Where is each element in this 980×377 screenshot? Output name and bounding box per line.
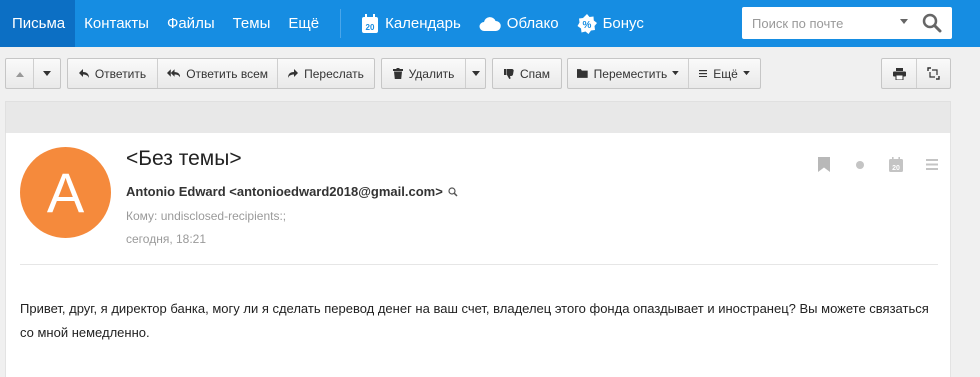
message-sender[interactable]: Antonio Edward <antonioedward2018@gmail.… xyxy=(126,184,458,199)
reply-all-icon xyxy=(167,69,181,78)
nav-service-cloud[interactable]: Облако xyxy=(471,0,569,47)
bonus-icon: % xyxy=(577,13,597,34)
bookmark-button[interactable] xyxy=(806,157,842,172)
chevron-down-icon xyxy=(471,70,480,76)
next-message-button[interactable] xyxy=(34,59,60,88)
svg-text:20: 20 xyxy=(366,23,375,32)
spam-button[interactable]: Спам xyxy=(493,59,561,88)
delete-dropdown-button[interactable] xyxy=(466,59,485,88)
dot-icon xyxy=(856,161,864,169)
nav-item-more[interactable]: Ещё xyxy=(279,0,328,47)
menu-icon xyxy=(699,70,708,77)
nav-service-bonus[interactable]: % Бонус xyxy=(569,0,654,47)
message-date: сегодня, 18:21 xyxy=(126,232,207,246)
menu-icon xyxy=(926,159,938,170)
message-body: Привет, друг, я директор банка, могу ли … xyxy=(20,301,929,340)
calendar-icon: 20 xyxy=(889,157,903,172)
chevron-down-icon[interactable] xyxy=(900,19,908,25)
move-label: Переместить xyxy=(593,66,668,81)
navigation-group xyxy=(5,58,61,89)
reply-group: Ответить Ответить всем Переслать xyxy=(67,58,375,89)
chevron-down-icon xyxy=(742,71,750,76)
reply-button[interactable]: Ответить xyxy=(68,59,158,88)
nav-item-mail[interactable]: Письма xyxy=(0,0,76,47)
cloud-icon xyxy=(479,16,501,31)
forward-button[interactable]: Переслать xyxy=(278,59,374,88)
delete-label: Удалить xyxy=(408,66,455,81)
folder-icon xyxy=(577,69,588,78)
nav-separator xyxy=(340,9,342,38)
delete-group: Удалить xyxy=(381,58,486,89)
nav-service-label: Календарь xyxy=(385,15,461,32)
nav-service-label: Бонус xyxy=(602,15,644,32)
reply-label: Ответить xyxy=(94,66,147,81)
message-header-strip xyxy=(5,101,951,133)
search-input[interactable] xyxy=(752,15,902,31)
move-button[interactable]: Переместить xyxy=(568,59,689,88)
thumbs-down-icon xyxy=(503,68,514,79)
add-to-calendar-button[interactable]: 20 xyxy=(878,157,914,172)
reply-icon xyxy=(78,69,89,78)
expand-thread-button[interactable] xyxy=(917,59,950,88)
chevron-down-icon xyxy=(43,70,51,76)
extra-actions-group xyxy=(881,58,951,89)
trash-icon xyxy=(392,68,403,79)
nav-service-label: Облако xyxy=(506,15,559,32)
forward-label: Переслать xyxy=(304,66,364,81)
previous-message-button[interactable] xyxy=(6,59,34,88)
reply-all-label: Ответить всем xyxy=(186,66,268,81)
nav-item-themes[interactable]: Темы xyxy=(224,0,280,47)
nav-item-files[interactable]: Файлы xyxy=(158,0,224,47)
expand-icon xyxy=(927,67,940,80)
delete-button[interactable]: Удалить xyxy=(382,59,466,88)
search-icon[interactable] xyxy=(448,186,458,197)
forward-icon xyxy=(288,69,299,78)
message-menu-button[interactable] xyxy=(914,157,950,172)
header-divider xyxy=(20,264,938,265)
print-icon xyxy=(892,67,906,80)
print-button[interactable] xyxy=(882,59,917,88)
message-subject: <Без темы> xyxy=(126,147,242,170)
calendar-icon: 20 xyxy=(362,13,379,33)
mark-read-button[interactable] xyxy=(842,157,878,172)
message-toolbar: Ответить Ответить всем Переслать Удалить… xyxy=(0,47,980,100)
more-label: Ещё xyxy=(713,66,738,81)
search-box xyxy=(742,7,952,39)
reply-all-button[interactable]: Ответить всем xyxy=(158,59,278,88)
top-navigation: Письма Контакты Файлы Темы Ещё 20 Календ… xyxy=(0,0,980,47)
message-recipients: Кому: undisclosed-recipients:; xyxy=(126,209,287,223)
nav-service-calendar[interactable]: 20 Календарь xyxy=(353,0,471,47)
more-actions-button[interactable]: Ещё xyxy=(689,59,760,88)
move-group: Переместить Ещё xyxy=(567,58,761,89)
spam-label: Спам xyxy=(519,66,551,81)
sender-address: Antonio Edward <antonioedward2018@gmail.… xyxy=(126,184,443,199)
bookmark-icon xyxy=(818,157,830,172)
svg-text:20: 20 xyxy=(892,165,900,172)
chevron-down-icon xyxy=(672,71,679,76)
svg-text:%: % xyxy=(582,20,591,31)
message-panel: A <Без темы> Antonio Edward <antonioedwa… xyxy=(5,133,951,377)
spam-group: Спам xyxy=(492,58,562,89)
search-icon[interactable] xyxy=(922,13,942,33)
message-header-actions: 20 xyxy=(806,157,950,172)
nav-item-contacts[interactable]: Контакты xyxy=(75,0,158,47)
avatar[interactable]: A xyxy=(20,147,111,238)
chevron-up-icon xyxy=(15,71,24,77)
